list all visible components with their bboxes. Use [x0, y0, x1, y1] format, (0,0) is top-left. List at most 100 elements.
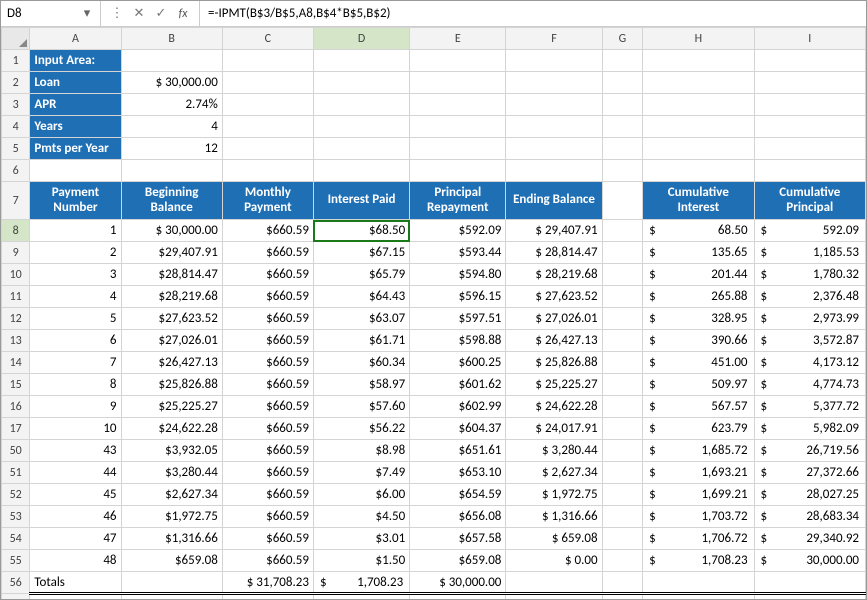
row-header[interactable]: 9	[2, 242, 30, 264]
cell[interactable]: $28,027.25	[754, 484, 865, 506]
cell[interactable]: $ 31,708.23	[222, 572, 313, 594]
cell[interactable]	[602, 374, 643, 396]
cell[interactable]	[643, 72, 754, 94]
cell[interactable]	[643, 138, 754, 160]
cell[interactable]	[410, 594, 506, 600]
cell[interactable]: $26,719.56	[754, 440, 865, 462]
cell[interactable]	[30, 594, 121, 600]
cell[interactable]: 2	[30, 242, 121, 264]
cell[interactable]	[643, 160, 754, 182]
cell[interactable]: $56.22	[313, 418, 409, 440]
cell[interactable]: $ 29,407.91	[506, 220, 602, 242]
spreadsheet-grid[interactable]: A B C D E F G H I 1Input Area:2Loan$ 30,…	[1, 27, 866, 599]
cell[interactable]	[602, 528, 643, 550]
cell[interactable]: $1,693.21	[643, 462, 754, 484]
cell[interactable]: $25,826.88	[121, 374, 222, 396]
cell[interactable]: $ 3,280.44	[506, 440, 602, 462]
cell[interactable]: $ 659.08	[506, 528, 602, 550]
name-box-dropdown-icon[interactable]: ▾	[80, 7, 94, 21]
cell[interactable]	[602, 286, 643, 308]
cell[interactable]: $328.95	[643, 308, 754, 330]
cell[interactable]: $ 24,017.91	[506, 418, 602, 440]
cell[interactable]	[222, 50, 313, 72]
col-F[interactable]: F	[506, 28, 602, 50]
cell[interactable]	[602, 506, 643, 528]
cell[interactable]: $64.43	[313, 286, 409, 308]
select-all-corner[interactable]	[2, 28, 30, 50]
row-header[interactable]: 53	[2, 506, 30, 528]
col-B[interactable]: B	[121, 28, 222, 50]
cell[interactable]	[506, 138, 602, 160]
cell[interactable]: $201.44	[643, 264, 754, 286]
cell[interactable]: $660.59	[222, 506, 313, 528]
cell[interactable]: $ 30,000.00	[410, 572, 506, 594]
cell[interactable]	[602, 308, 643, 330]
cell[interactable]: $660.59	[222, 396, 313, 418]
cell[interactable]	[754, 572, 865, 594]
cell[interactable]	[506, 572, 602, 594]
cell[interactable]: $ 2,627.34	[506, 462, 602, 484]
cell[interactable]: $26,427.13	[121, 352, 222, 374]
cell[interactable]	[222, 160, 313, 182]
cell[interactable]	[222, 72, 313, 94]
cell[interactable]: $2,627.34	[121, 484, 222, 506]
cell[interactable]: $567.57	[643, 396, 754, 418]
row-header[interactable]: 55	[2, 550, 30, 572]
cell[interactable]: $63.07	[313, 308, 409, 330]
cell[interactable]: $5,982.09	[754, 418, 865, 440]
cell[interactable]	[602, 242, 643, 264]
cell[interactable]: $651.61	[410, 440, 506, 462]
cell[interactable]: $24,622.28	[121, 418, 222, 440]
cell[interactable]	[121, 160, 222, 182]
cell[interactable]	[506, 94, 602, 116]
cell[interactable]: $61.71	[313, 330, 409, 352]
row-header[interactable]: 5	[2, 138, 30, 160]
cell[interactable]: $509.97	[643, 374, 754, 396]
cell[interactable]	[313, 594, 409, 600]
cell[interactable]: $ 28,814.47	[506, 242, 602, 264]
cell[interactable]: $27,372.66	[754, 462, 865, 484]
cell[interactable]: 3	[30, 264, 121, 286]
cell[interactable]: $65.79	[313, 264, 409, 286]
cell[interactable]: $29,407.91	[121, 242, 222, 264]
cell[interactable]	[754, 50, 865, 72]
cell[interactable]	[410, 72, 506, 94]
cell[interactable]	[313, 160, 409, 182]
cell[interactable]: $660.59	[222, 440, 313, 462]
cell[interactable]: $1,699.21	[643, 484, 754, 506]
cell[interactable]: $4.50	[313, 506, 409, 528]
cell[interactable]: $1,708.23	[643, 550, 754, 572]
cell[interactable]: 47	[30, 528, 121, 550]
row-header[interactable]: 52	[2, 484, 30, 506]
cell[interactable]: $659.08	[121, 550, 222, 572]
cell[interactable]: $654.59	[410, 484, 506, 506]
cell[interactable]	[506, 50, 602, 72]
cell[interactable]: $660.59	[222, 418, 313, 440]
row-header[interactable]: 3	[2, 94, 30, 116]
cell[interactable]: $600.25	[410, 352, 506, 374]
row-header[interactable]: 6	[2, 160, 30, 182]
col-header-H[interactable]: Cumulative Interest	[643, 182, 754, 220]
selected-cell[interactable]: $68.50	[313, 220, 409, 242]
cell[interactable]: $656.08	[410, 506, 506, 528]
cell[interactable]	[643, 594, 754, 600]
cell[interactable]: 12	[121, 138, 222, 160]
cell[interactable]	[602, 182, 643, 220]
cell[interactable]: $604.37	[410, 418, 506, 440]
cell[interactable]: $ 1,972.75	[506, 484, 602, 506]
cell[interactable]: 1	[30, 220, 121, 242]
cell[interactable]: $3,572.87	[754, 330, 865, 352]
cell[interactable]: $660.59	[222, 220, 313, 242]
cell[interactable]: $593.44	[410, 242, 506, 264]
cell[interactable]: $ 26,427.13	[506, 330, 602, 352]
cell[interactable]: $68.50	[643, 220, 754, 242]
cell[interactable]	[121, 572, 222, 594]
cell[interactable]: 4	[121, 116, 222, 138]
cell[interactable]: $4,173.12	[754, 352, 865, 374]
row-header[interactable]: 13	[2, 330, 30, 352]
row-header[interactable]: 56	[2, 572, 30, 594]
col-D[interactable]: D	[313, 28, 409, 50]
cell[interactable]: $ 1,316.66	[506, 506, 602, 528]
cell[interactable]: $ 30,000.00	[121, 72, 222, 94]
cell[interactable]: $598.88	[410, 330, 506, 352]
